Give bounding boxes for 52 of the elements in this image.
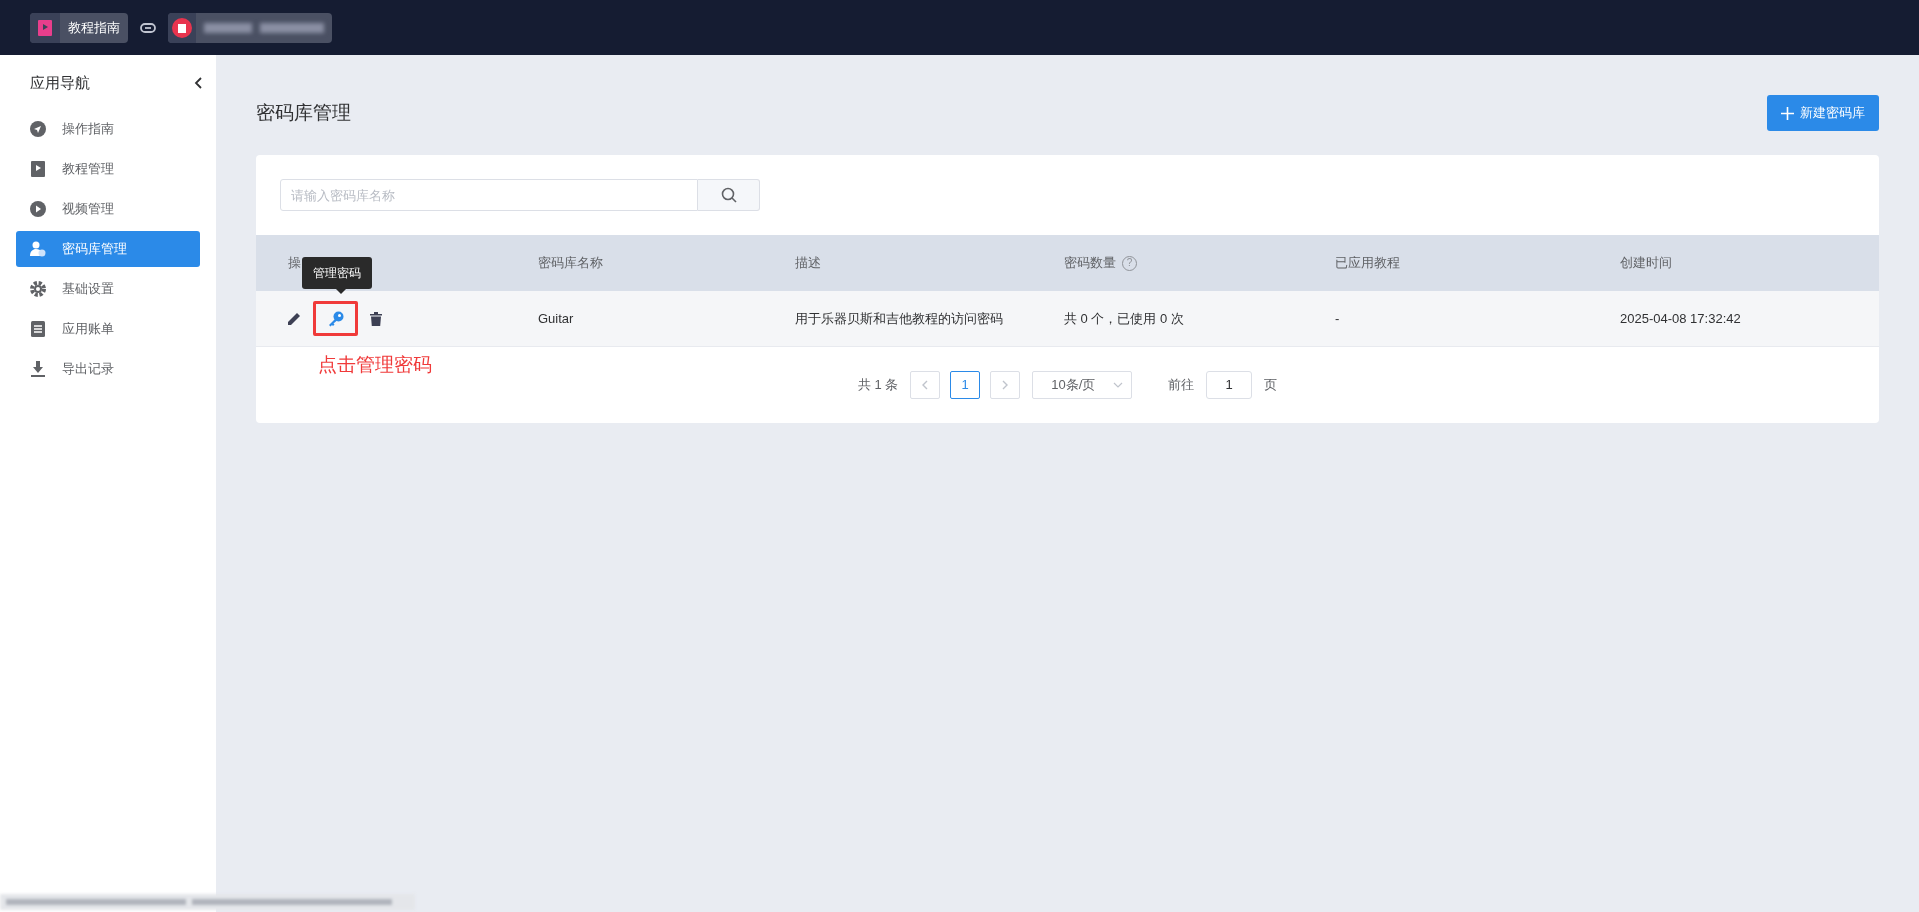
column-header: 操 [288,254,301,273]
table-cell-text: Guitar [538,309,575,328]
page-suffix: 页 [1264,376,1278,395]
manage-password-button[interactable] [313,301,358,336]
sidebar-item[interactable]: 应用账单 [16,311,200,347]
page-button[interactable]: 1 [950,371,981,399]
plus-icon [1781,106,1794,120]
sidebar-item[interactable]: 导出记录 [16,351,200,387]
book-icon [31,161,45,177]
app-chip[interactable] [168,12,332,43]
goto-label: 前往 [1168,376,1195,395]
column-header: 密码数量 [1064,254,1116,273]
link-icon [140,22,156,33]
sidebar-item[interactable]: 密码库管理 [16,231,200,267]
collapse-icon[interactable] [194,77,202,89]
delete-icon[interactable] [370,311,382,326]
key-icon [327,310,344,327]
play-icon [30,201,46,217]
sidebar-item[interactable]: 基础设置 [16,271,200,307]
sidebar-item[interactable]: 教程管理 [16,151,200,187]
settings-icon [30,281,46,297]
sidebar-item[interactable]: 视频管理 [16,191,200,227]
document-icon [31,321,45,337]
navigation-icon [30,121,46,137]
table-cell-text: 用于乐器贝斯和吉他教程的访问密码 [795,309,1004,328]
chevron-down-icon [1113,382,1124,388]
sidebar-item[interactable]: 操作指南 [16,111,200,147]
table-cell-text: - [1335,309,1341,328]
table-cell-text: 2025-04-08 17:32:42 [1620,309,1742,328]
chevron-right-icon [1002,380,1009,390]
sidebar-title: 应用导航 [30,72,90,93]
table-cell-text: 共 0 个，已使用 0 次 [1064,309,1185,328]
app-logo-icon [172,17,192,38]
column-header: 密码库名称 [538,254,603,273]
tooltip: 管理密码 [302,257,372,289]
user-icon [30,241,46,257]
search-button[interactable] [698,179,760,211]
new-vault-button[interactable]: 新建密码库 [1767,95,1879,131]
goto-page-field[interactable]: 1 [1206,371,1253,399]
page-size-select[interactable]: 10条/页 [1032,371,1133,399]
chevron-left-icon [922,380,929,390]
annotation-text: 点击管理密码 [318,353,432,377]
search-field[interactable]: 请输入密码库名称 [280,179,698,211]
book-icon [38,19,52,36]
column-header: 已应用教程 [1335,254,1400,273]
search-icon [720,187,737,203]
column-header: 描述 [795,254,821,273]
edit-icon[interactable] [288,312,301,325]
page-title: 密码库管理 [256,100,351,125]
total-count: 共 1 条 [857,376,899,395]
download-icon [31,361,45,377]
column-header: 创建时间 [1620,254,1672,273]
